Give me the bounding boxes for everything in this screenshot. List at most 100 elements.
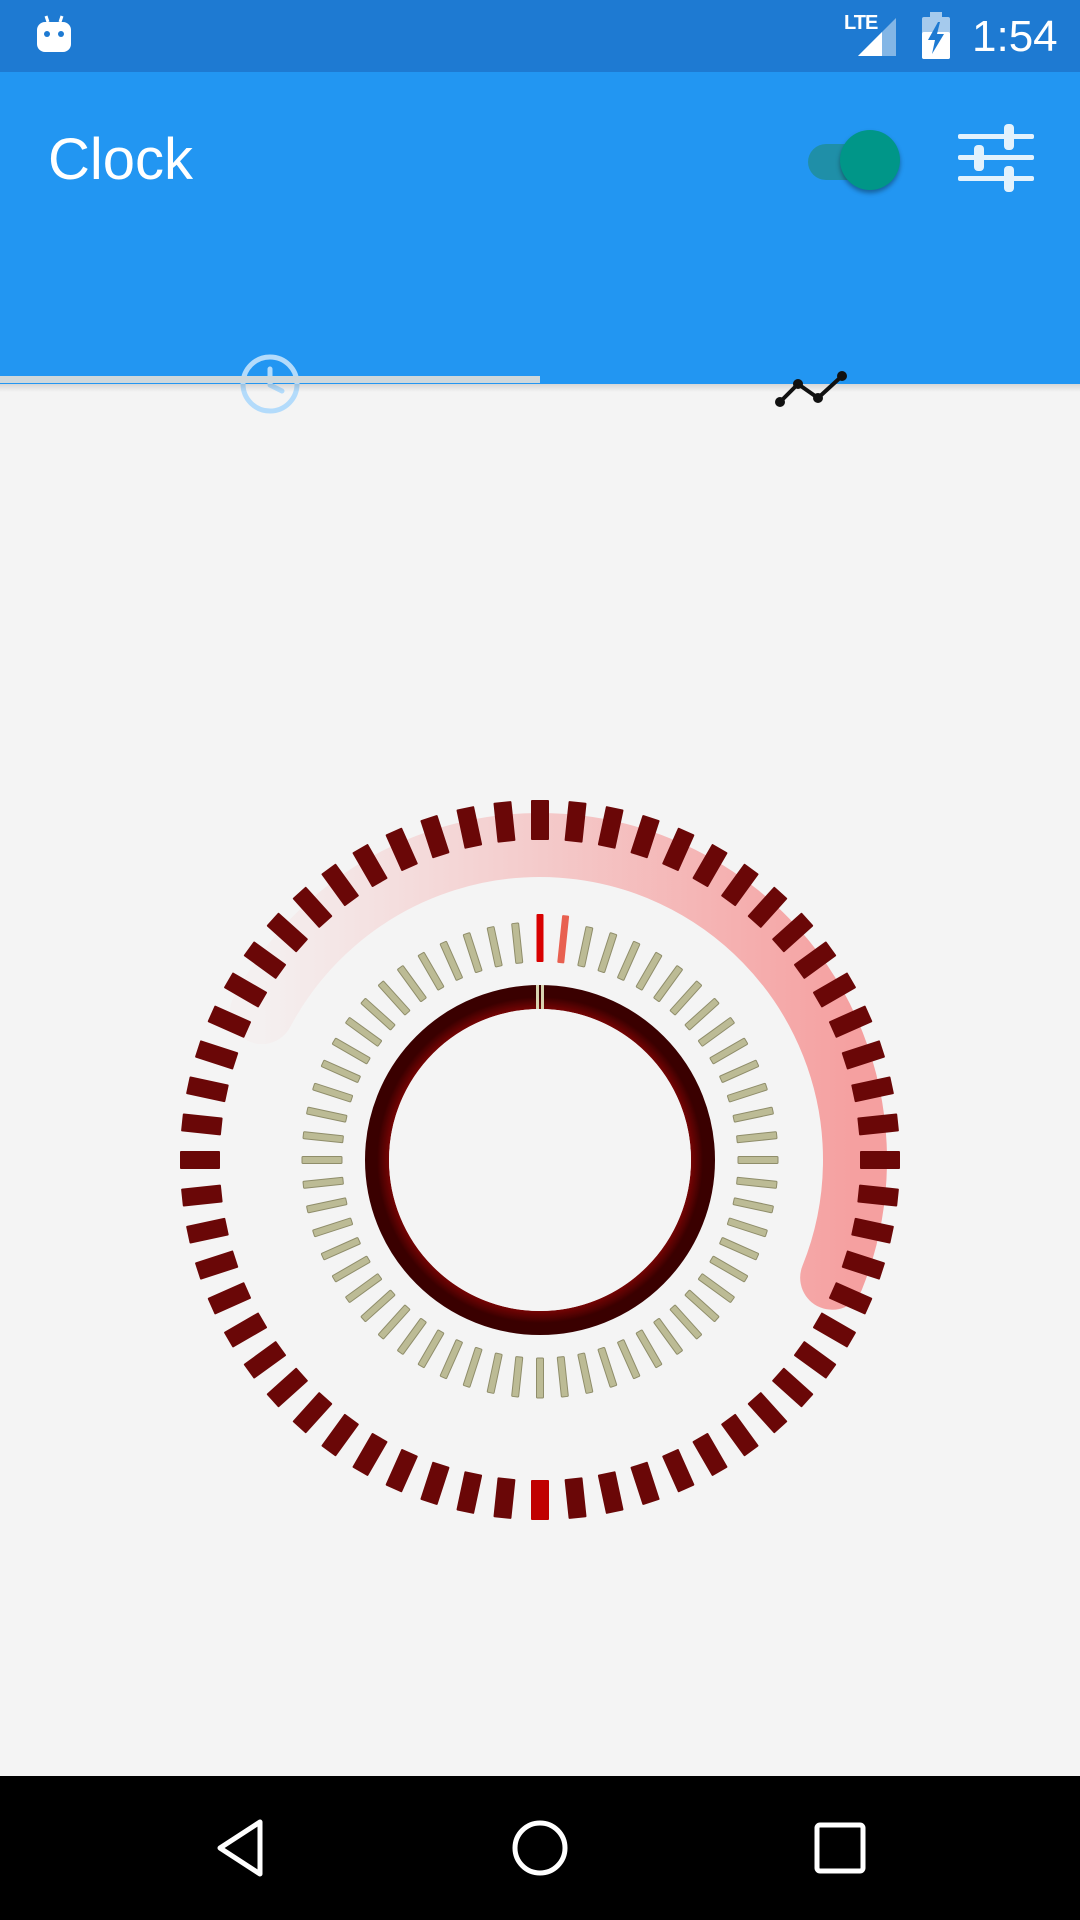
inner-tick [302, 1176, 344, 1189]
inner-tick [684, 1289, 720, 1322]
tab-indicator [0, 376, 540, 383]
settings-sliders-icon[interactable] [958, 118, 1034, 198]
inner-tick [635, 1329, 663, 1368]
inner-tick [301, 1156, 343, 1164]
inner-tick [719, 1237, 760, 1261]
outer-tick [860, 1151, 900, 1169]
inner-tick [397, 1318, 427, 1355]
inner-tick [417, 952, 445, 991]
inner-tick [557, 915, 570, 964]
status-time: 1:54 [972, 12, 1058, 61]
inner-tick [511, 1356, 524, 1398]
inner-tick [378, 980, 411, 1016]
outer-tick [812, 1312, 856, 1348]
tab-chart[interactable] [540, 264, 1080, 407]
inner-tick [653, 1318, 683, 1355]
inner-tick [332, 1037, 371, 1065]
outer-tick [420, 1461, 450, 1505]
back-icon[interactable] [210, 1816, 274, 1880]
outer-tick [195, 1250, 239, 1280]
inner-tick [462, 932, 483, 974]
app-title: Clock [48, 127, 194, 192]
tab-clock[interactable] [0, 264, 540, 414]
outer-tick [195, 1040, 239, 1070]
outer-tick [352, 1432, 388, 1476]
inner-tick [306, 1197, 348, 1214]
outer-tick [181, 1113, 223, 1136]
recents-icon[interactable] [808, 1816, 872, 1880]
outer-tick [181, 1184, 223, 1207]
inner-tick [597, 932, 618, 974]
toggle-thumb [840, 130, 900, 190]
inner-tick [312, 1217, 354, 1238]
outer-tick [772, 1367, 814, 1408]
clock-gauge [180, 800, 900, 1520]
outer-tick [793, 1341, 837, 1379]
outer-tick [385, 1448, 418, 1493]
status-bar: LTE 1:54 [0, 0, 1080, 72]
outer-tick [597, 1471, 624, 1514]
outer-tick [186, 1217, 229, 1244]
inner-tick [698, 1273, 735, 1303]
toggle-switch[interactable] [804, 126, 904, 192]
inner-tick [732, 1106, 774, 1123]
outer-tick [456, 1471, 483, 1514]
outer-tick [531, 800, 549, 840]
inner-tick [486, 926, 503, 968]
inner-tick [378, 1304, 411, 1340]
inner-tick [332, 1255, 371, 1283]
outer-tick [180, 1151, 220, 1169]
inner-tick [320, 1237, 361, 1261]
navigation-bar [0, 1776, 1080, 1920]
home-icon[interactable] [508, 1816, 572, 1880]
inner-tick [556, 1356, 569, 1398]
dial-face [389, 1009, 691, 1311]
inner-tick [345, 1017, 382, 1047]
inner-tick [635, 952, 663, 991]
android-notification-icon [37, 15, 71, 52]
app-bar: Clock [0, 72, 1080, 414]
inner-tick [737, 1156, 779, 1164]
inner-tick [577, 926, 594, 968]
inner-tick [312, 1082, 354, 1103]
inner-tick [719, 1059, 760, 1083]
outer-tick [721, 1413, 759, 1457]
inner-tick [360, 998, 396, 1031]
inner-tick [320, 1059, 361, 1083]
outer-tick [747, 1392, 788, 1434]
inner-tick [417, 1329, 445, 1368]
outer-tick [531, 1480, 549, 1520]
outer-tick [692, 1432, 728, 1476]
outer-tick [224, 1312, 268, 1348]
inner-tick [684, 998, 720, 1031]
outer-tick [292, 1392, 333, 1434]
inner-tick [345, 1273, 382, 1303]
inner-tick [732, 1197, 774, 1214]
inner-tick [653, 965, 683, 1002]
inner-tick [617, 940, 641, 981]
inner-tick [536, 914, 544, 962]
inner-tick [617, 1339, 641, 1380]
inner-tick [736, 1176, 778, 1189]
inner-tick [709, 1255, 748, 1283]
outer-tick [186, 1076, 229, 1103]
outer-tick [564, 1477, 587, 1519]
outer-tick [243, 1341, 287, 1379]
inner-tick [306, 1106, 348, 1123]
outer-tick [493, 1477, 516, 1519]
inner-tick [536, 1357, 544, 1399]
outer-tick [207, 1282, 252, 1315]
inner-tick [709, 1037, 748, 1065]
inner-tick [577, 1352, 594, 1394]
inner-tick [462, 1346, 483, 1388]
outer-tick [630, 1461, 660, 1505]
outer-tick [266, 1367, 308, 1408]
outer-tick [662, 1448, 695, 1493]
battery-charging-icon [922, 12, 950, 59]
inner-tick [439, 1339, 463, 1380]
inner-tick [511, 922, 524, 964]
inner-tick [698, 1017, 735, 1047]
inner-tick [669, 1304, 702, 1340]
inner-tick [486, 1352, 503, 1394]
inner-tick [439, 940, 463, 981]
